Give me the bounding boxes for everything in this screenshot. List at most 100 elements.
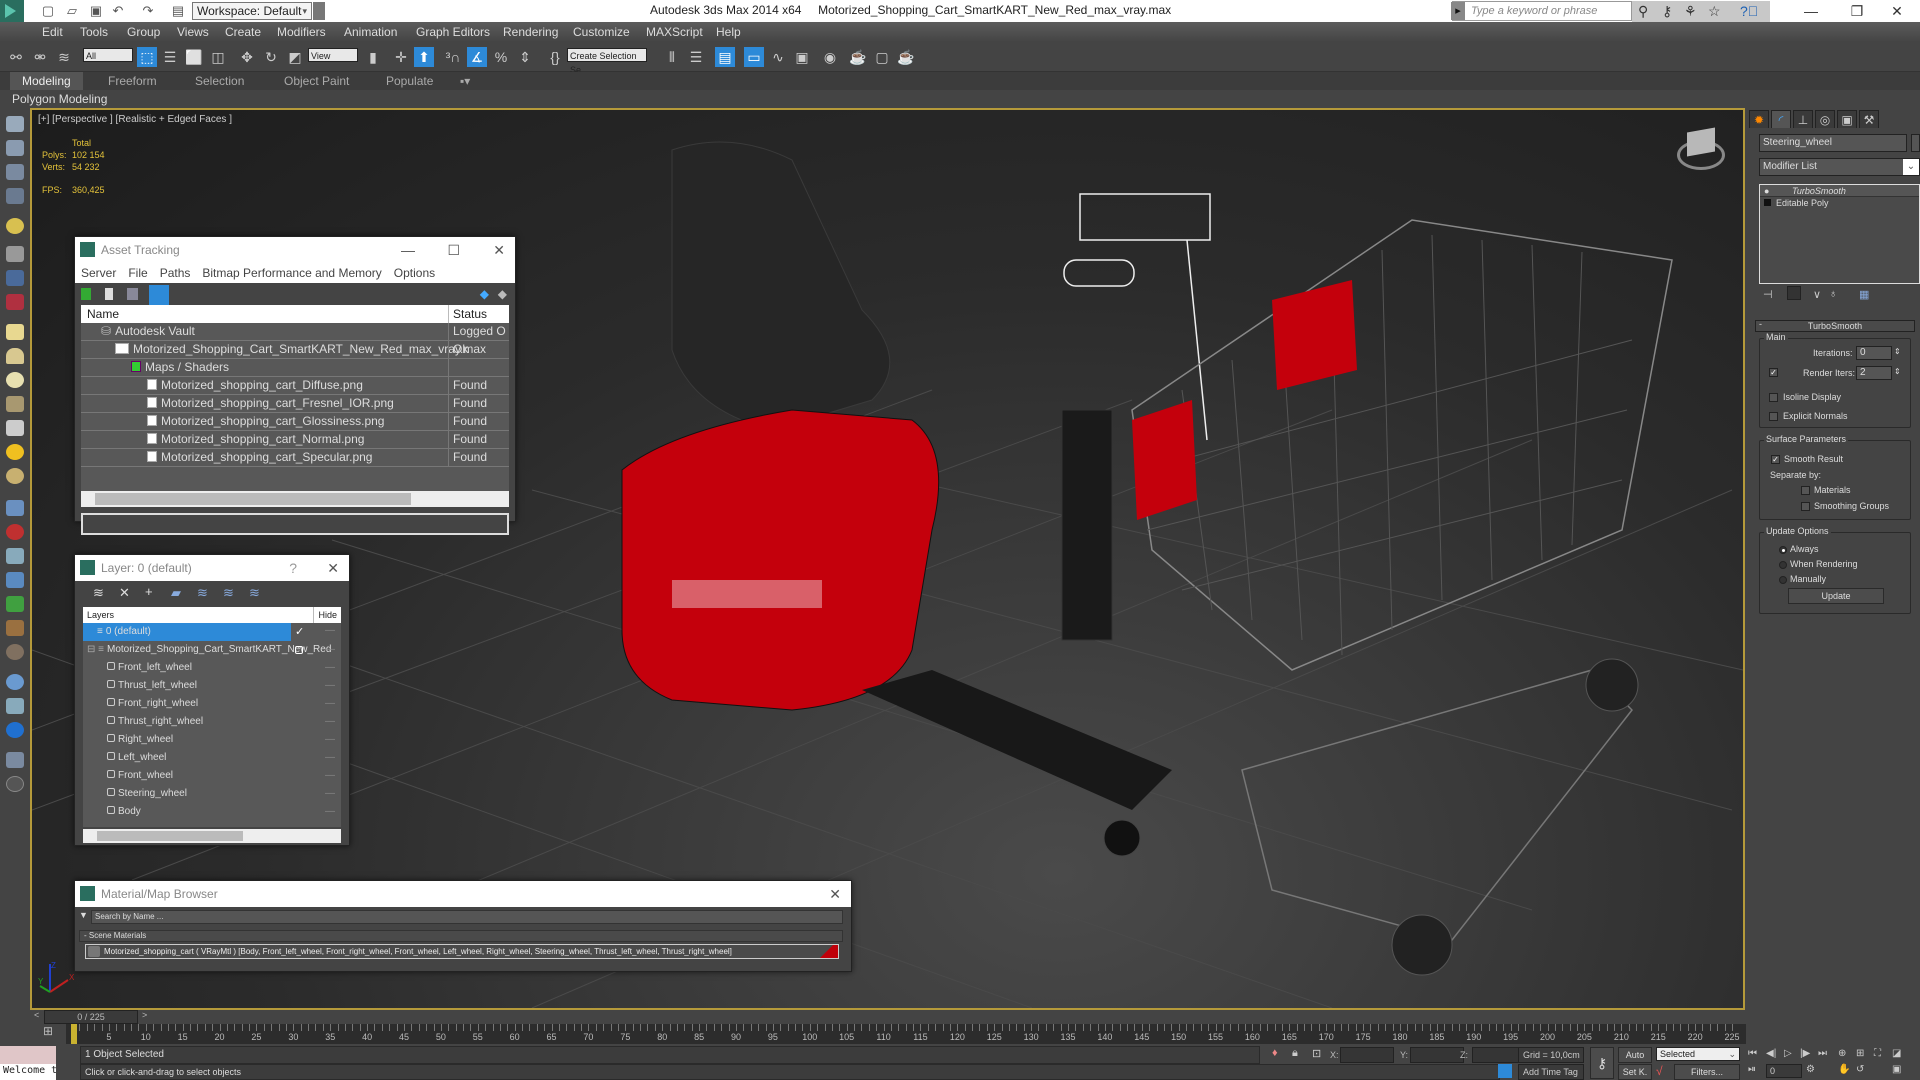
disc-light-icon[interactable]	[6, 372, 24, 388]
spinner-arrows-icon[interactable]: ⇕	[1894, 367, 1901, 376]
time-slider[interactable]: 0 / 225	[44, 1010, 138, 1024]
hair-fur-icon[interactable]	[6, 620, 24, 636]
layer-current-toggle[interactable]	[295, 646, 303, 654]
menu-file[interactable]: File	[128, 266, 147, 280]
menu-tools[interactable]: Tools	[80, 25, 108, 39]
binoculars-icon[interactable]: ⚲	[1638, 3, 1648, 20]
toggle-ribbon-icon[interactable]: ▭	[744, 47, 764, 67]
absolute-mode-icon[interactable]: ⊡	[1312, 1047, 1321, 1060]
field-of-view-icon[interactable]: ◪	[1892, 1048, 1901, 1059]
menu-edit[interactable]: Edit	[42, 25, 63, 39]
dome-icon[interactable]	[6, 348, 24, 364]
material-list-item[interactable]: Motorized_shopping_cart ( VRayMtl ) [Bod…	[85, 944, 839, 959]
sun-icon[interactable]	[6, 444, 24, 460]
menu-views[interactable]: Views	[177, 25, 209, 39]
tab-object-paint[interactable]: Object Paint	[284, 74, 349, 88]
key-icon[interactable]: ⚷	[1662, 3, 1672, 20]
list-panel-icon[interactable]	[6, 164, 24, 180]
key-tangent-icon[interactable]: √	[1656, 1064, 1663, 1078]
menu-group[interactable]: Group	[127, 25, 160, 39]
teapot-light-icon[interactable]	[6, 396, 24, 412]
layer-window-titlebar[interactable]: Layer: 0 (default) ? ✕	[75, 555, 349, 581]
turbosmooth-rollout-header[interactable]: - TurboSmooth	[1755, 319, 1915, 332]
zoom-extents-icon[interactable]: ⊕	[1838, 1048, 1846, 1059]
schematic-view-icon[interactable]: ▣	[792, 47, 812, 67]
maximize-icon[interactable]: ☐	[447, 237, 460, 263]
delete-layer-icon[interactable]: ✕	[119, 585, 130, 601]
help-icon[interactable]: ?⃝	[1740, 3, 1758, 19]
auto-key-button[interactable]: Auto	[1618, 1047, 1652, 1063]
mirror-icon[interactable]: ⫴	[662, 47, 682, 67]
object-name-field[interactable]: Steering_wheel	[1759, 134, 1907, 152]
motion-tab-icon[interactable]: ◎	[1815, 110, 1835, 128]
rectangle-selection-icon[interactable]: ⬜	[184, 47, 204, 67]
table-row[interactable]: ⛁Autodesk VaultLogged O...	[81, 323, 509, 341]
project-folder-icon[interactable]: ▤	[170, 3, 186, 19]
layer-object-row[interactable]: Thrust_right_wheel —	[83, 713, 341, 731]
table-row[interactable]: Motorized_shopping_cart_Diffuse.png Found	[81, 377, 509, 395]
manipulate-icon[interactable]: ✛	[391, 47, 411, 67]
export-icon[interactable]	[6, 752, 24, 768]
smoothing-groups-checkbox[interactable]	[1801, 502, 1810, 511]
material-browser-titlebar[interactable]: Material/Map Browser ✕	[75, 881, 851, 907]
manually-radio[interactable]	[1779, 576, 1787, 584]
prev-frame-icon[interactable]: <	[34, 1010, 39, 1020]
layer-explorer-icon[interactable]: ▤	[715, 47, 735, 67]
asset-path-field[interactable]	[81, 513, 509, 535]
column-status[interactable]: Status	[448, 305, 487, 323]
table-row[interactable]: Maps / Shaders	[81, 359, 509, 377]
select-objects-in-layer-icon[interactable]: ▰	[171, 585, 181, 601]
link-icon[interactable]: ⚯	[6, 47, 26, 67]
timeline-track[interactable]: 5 10 15 20 25 30 35 40 45 50 55 60 65 70 75 80 85 90 95 100…	[66, 1024, 1746, 1044]
layer-object-row[interactable]: Front_right_wheel —	[83, 695, 341, 713]
bind-space-warp-icon[interactable]: ≋	[54, 47, 74, 67]
named-selection-dropdown[interactable]: Create Selection Se	[567, 48, 647, 75]
vault-login-icon[interactable]: ◆	[480, 287, 489, 301]
material-search-input[interactable]: Search by Name ...	[91, 910, 843, 924]
render-iters-checkbox[interactable]: ✓	[1769, 368, 1778, 377]
layer-object-row[interactable]: Front_wheel —	[83, 767, 341, 785]
maximize-viewport-icon[interactable]: ⛶	[1874, 1048, 1881, 1059]
satellite-icon[interactable]: ⚘	[1684, 3, 1697, 20]
spinner-arrows-icon[interactable]: ⇕	[1894, 347, 1901, 356]
highlight-layer-icon[interactable]: ≋	[197, 585, 208, 601]
pin-stack-icon[interactable]: ⊣	[1763, 288, 1773, 301]
zoom-all-icon[interactable]: ⊞	[1856, 1048, 1864, 1059]
redo-icon[interactable]: ↷	[140, 3, 156, 19]
pan-icon[interactable]: ✋	[1838, 1064, 1850, 1075]
layer-object-row[interactable]: Right_wheel —	[83, 731, 341, 749]
camera-icon[interactable]	[6, 246, 24, 262]
hide-all-layers-icon[interactable]: ≋	[223, 585, 234, 601]
app-menu-button[interactable]	[0, 0, 24, 22]
reference-coordinate-dropdown[interactable]: View	[308, 48, 358, 62]
pivot-icon[interactable]: ▮	[363, 47, 383, 67]
smooth-result-checkbox[interactable]: ✓	[1771, 455, 1780, 464]
workspace-dropdown[interactable]: Workspace: Default ▾	[192, 2, 312, 20]
light-bulb-icon[interactable]	[6, 218, 24, 234]
next-frame-icon[interactable]: >	[142, 1010, 147, 1020]
menu-options[interactable]: Options	[394, 266, 435, 280]
create-layer-icon[interactable]: ≋	[93, 585, 104, 601]
orbit-icon[interactable]: ↺	[1856, 1064, 1864, 1075]
boolean-icon[interactable]	[6, 722, 24, 738]
select-object-icon[interactable]: ⬚	[137, 47, 157, 67]
go-to-end-icon[interactable]: ⏭	[1818, 1048, 1827, 1059]
rendered-frame-window-icon[interactable]: ▢	[872, 47, 892, 67]
time-configuration-icon[interactable]: ⚙	[1806, 1064, 1815, 1075]
hierarchy-tab-icon[interactable]: ⊥	[1793, 110, 1813, 128]
column-hide[interactable]: Hide	[313, 607, 337, 623]
tab-freeform[interactable]: Freeform	[108, 74, 157, 88]
set-key-button[interactable]: Set K.	[1618, 1064, 1652, 1080]
close-icon[interactable]: ✕	[829, 881, 841, 907]
close-icon[interactable]: ✕	[493, 237, 505, 263]
modifier-editable-poly[interactable]: Editable Poly	[1760, 197, 1919, 209]
spinner-snap-icon[interactable]: ⇕	[515, 47, 535, 67]
add-time-tag-button[interactable]: Add Time Tag	[1518, 1064, 1584, 1080]
menu-modifiers[interactable]: Modifiers	[277, 25, 326, 39]
pyramid-icon[interactable]	[6, 548, 24, 564]
physical-camera-icon[interactable]	[6, 294, 24, 310]
key-mode-icon[interactable]: ⏯	[1748, 1064, 1756, 1075]
layer-object-row[interactable]: Thrust_left_wheel —	[83, 677, 341, 695]
display-tab-icon[interactable]: ▣	[1837, 110, 1857, 128]
material-editor-icon[interactable]: ◉	[820, 47, 840, 67]
